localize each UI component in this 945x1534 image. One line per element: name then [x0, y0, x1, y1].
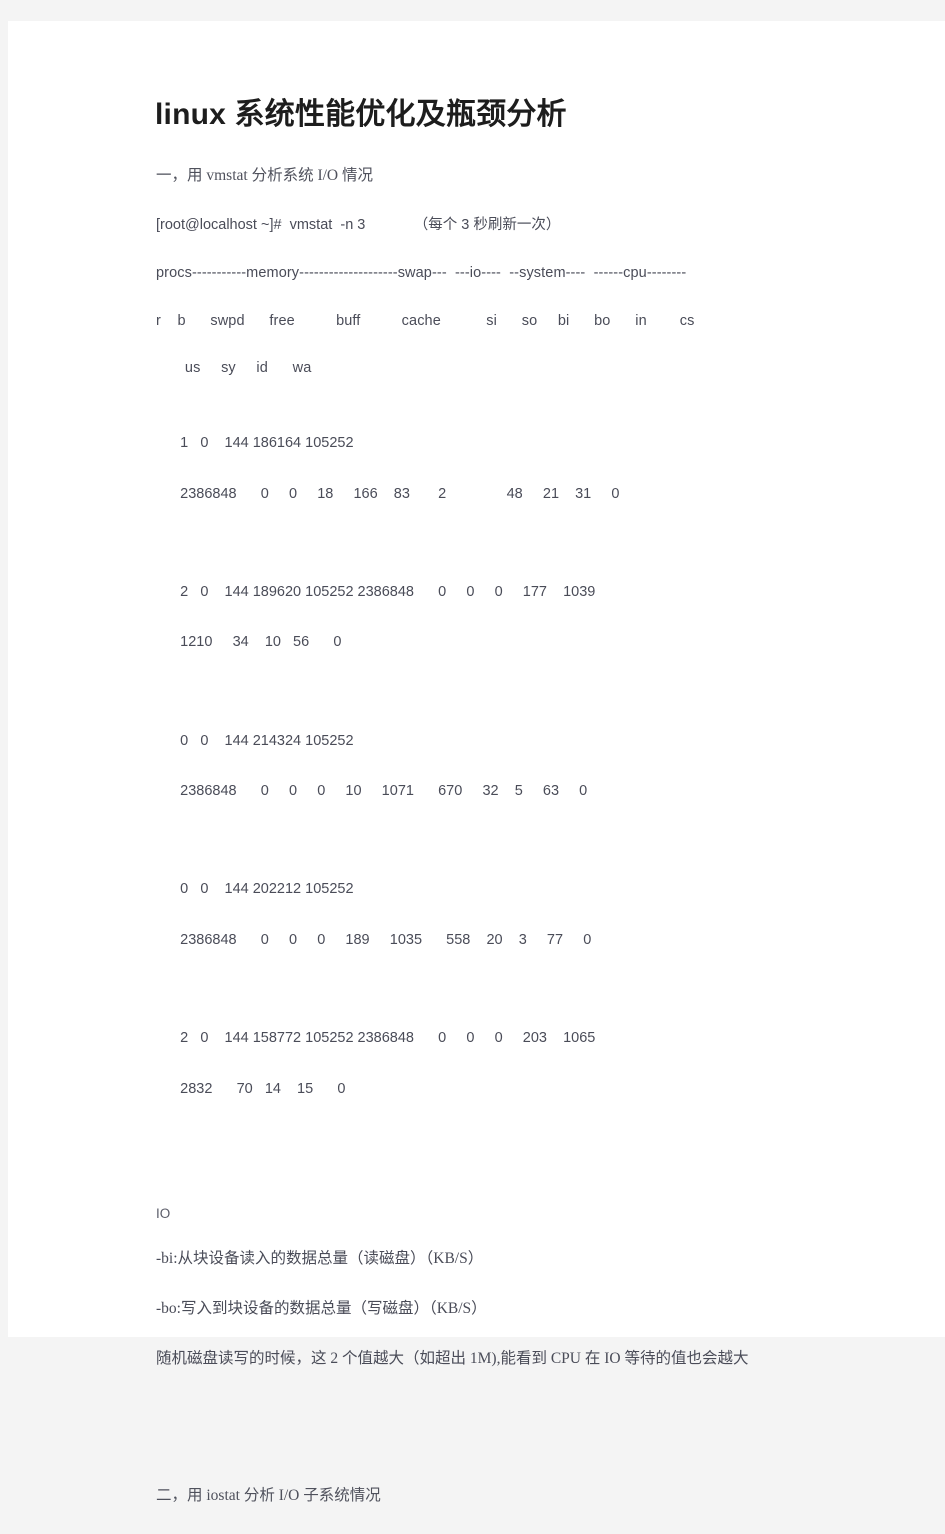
- vmstat-sample-row: 2 0 144 158772 105252 2386848 0 0 0 203 …: [156, 1001, 848, 1128]
- vmstat-sample-line-b: 1210 34 10 56 0: [180, 634, 342, 651]
- vmstat-header-columns-line1: r b swpd free buff cache si so bi bo in …: [156, 313, 695, 330]
- vmstat-sample-line-a: 0 0 144 202212 105252: [180, 881, 354, 898]
- vmstat-sample-line-b: 2386848 0 0 0 189 1035 558 20 3 77 0: [180, 932, 592, 949]
- page-title: linux 系统性能优化及瓶颈分析: [155, 98, 567, 131]
- io-note-paragraph: 随机磁盘读写的时候，这 2 个值越大（如超出 1M),能看到 CPU 在 IO …: [156, 1349, 749, 1367]
- vmstat-sample-row: 0 0 144 214324 105252 2386848 0 0 0 10 1…: [156, 703, 848, 830]
- vmstat-sample-line-b: 2386848 0 0 0 10 1071 670 32 5 63 0: [180, 783, 588, 800]
- section-two-heading: 二，用 iostat 分析 I/O 子系统情况: [156, 1486, 381, 1504]
- vmstat-sample-line-a: 1 0 144 186164 105252: [180, 434, 354, 451]
- document-content: linux 系统性能优化及瓶颈分析 一，用 vmstat 分析系统 I/O 情况…: [148, 96, 848, 1534]
- io-bi-description: -bi:从块设备读入的数据总量（读磁盘）（KB/S）: [156, 1249, 484, 1267]
- io-section-label: IO: [156, 1205, 171, 1221]
- section-one-heading: 一，用 vmstat 分析系统 I/O 情况: [156, 166, 373, 184]
- io-bo-description: -bo:写入到块设备的数据总量（写磁盘）（KB/S）: [156, 1299, 487, 1317]
- document-page: linux 系统性能优化及瓶颈分析 一，用 vmstat 分析系统 I/O 情况…: [8, 21, 945, 1504]
- vmstat-sample-line-a: 2 0 144 189620 105252 2386848 0 0 0 177 …: [180, 583, 596, 600]
- vmstat-sample-line-a: 2 0 144 158772 105252 2386848 0 0 0 203 …: [180, 1030, 596, 1047]
- vmstat-header-columns-line2: us sy id wa: [156, 359, 312, 376]
- vmstat-sample-row: 2 0 144 189620 105252 2386848 0 0 0 177 …: [156, 554, 848, 681]
- vmstat-header-groups: procs-----------memory------------------…: [156, 264, 687, 281]
- vmstat-sample-line-b: 2832 70 14 15 0: [180, 1081, 346, 1098]
- vmstat-sample-row: 0 0 144 202212 105252 2386848 0 0 0 189 …: [156, 852, 848, 979]
- vmstat-sample-row: 1 0 144 186164 105252 2386848 0 0 18 166…: [156, 405, 848, 532]
- vmstat-command-line: [root@localhost ~]# vmstat -n 3 （每个 3 秒刷…: [156, 216, 561, 233]
- vmstat-sample-line-b: 2386848 0 0 18 166 83 2 48 21 31 0: [180, 485, 620, 502]
- vmstat-sample-line-a: 0 0 144 214324 105252: [180, 732, 354, 749]
